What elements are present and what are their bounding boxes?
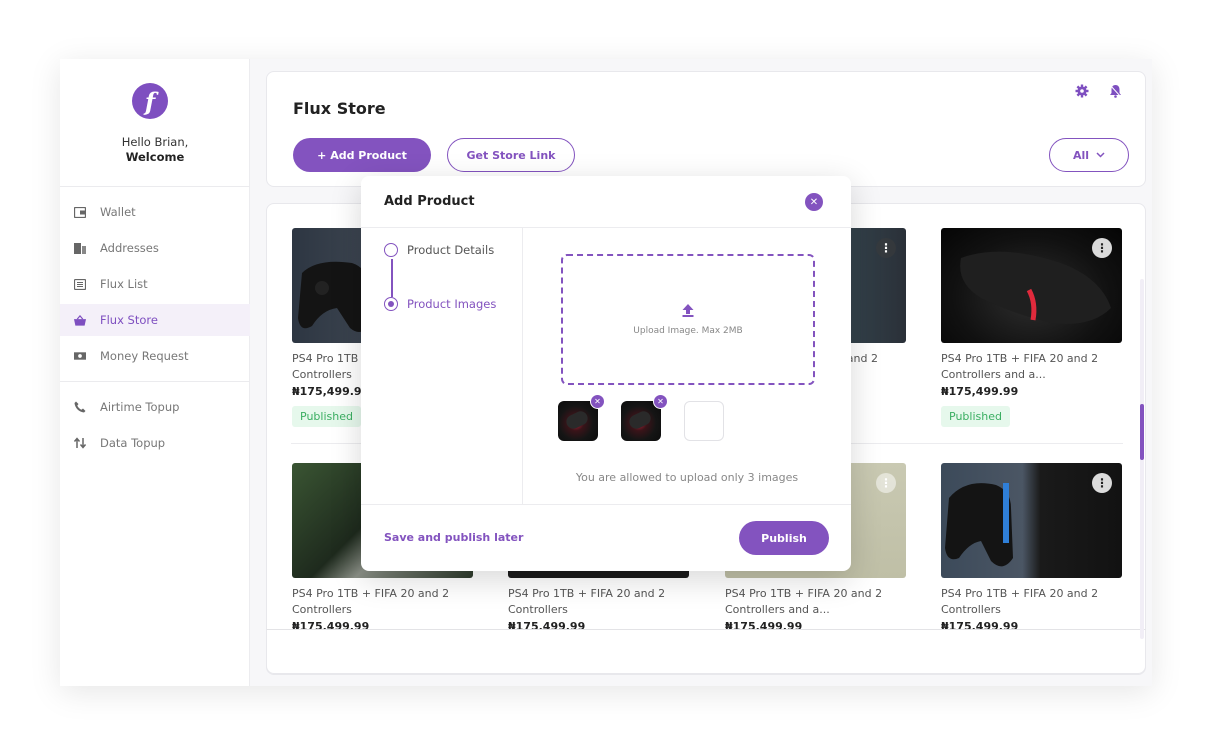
product-price: ₦175,499.99 bbox=[941, 385, 1019, 398]
stepper-line bbox=[391, 259, 393, 297]
empty-image-slot[interactable] bbox=[684, 401, 724, 441]
sidebar-item-flux-list[interactable]: Flux List bbox=[60, 268, 250, 300]
product-title: PS4 Pro 1TB + FIFA 20 and 2 bbox=[941, 587, 1099, 600]
welcome-text: Welcome bbox=[125, 150, 185, 164]
sidebar-item-addresses[interactable]: Addresses bbox=[60, 232, 250, 264]
more-options-icon[interactable]: ⋮ bbox=[876, 473, 896, 493]
product-subtitle: Controllers bbox=[941, 603, 1001, 616]
upload-icon bbox=[682, 303, 694, 320]
image-upload-dropzone[interactable]: Upload Image. Max 2MB bbox=[561, 254, 815, 385]
more-options-icon[interactable]: ⋮ bbox=[1092, 473, 1112, 493]
product-title: PS4 Pro 1TB + FIFA 20 and 2 bbox=[941, 352, 1099, 365]
sidebar-item-label: Addresses bbox=[100, 241, 159, 255]
product-subtitle: Controllers bbox=[292, 603, 352, 616]
store-header: Flux Store + Add Product Get Store Link … bbox=[266, 71, 1146, 187]
wallet-icon bbox=[74, 206, 86, 218]
phone-icon bbox=[74, 401, 86, 413]
filter-label: All bbox=[1072, 148, 1090, 162]
filter-dropdown[interactable]: All bbox=[1049, 138, 1129, 172]
uploaded-thumbnail[interactable]: ✕ bbox=[621, 394, 668, 441]
sidebar-item-label: Flux Store bbox=[100, 313, 158, 327]
product-subtitle: Controllers and a... bbox=[941, 368, 1046, 381]
step-product-images[interactable]: Product Images bbox=[384, 297, 496, 311]
close-icon[interactable]: ✕ bbox=[805, 193, 823, 211]
product-card[interactable]: ⋮ PS4 Pro 1TB + FIFA 20 and 2 Controller… bbox=[941, 463, 1122, 633]
product-title: PS4 Pro 1TB + FIFA 20 and 2 bbox=[508, 587, 666, 600]
flux-logo[interactable]: f bbox=[132, 83, 168, 119]
step-label: Product Details bbox=[407, 243, 495, 257]
more-options-icon[interactable]: ⋮ bbox=[1092, 238, 1112, 258]
addresses-icon bbox=[74, 242, 86, 254]
publish-button[interactable]: Publish bbox=[739, 521, 829, 555]
gear-icon[interactable] bbox=[1075, 84, 1089, 102]
data-arrows-icon bbox=[74, 437, 86, 449]
more-options-icon[interactable]: ⋮ bbox=[876, 238, 896, 258]
sidebar-divider bbox=[60, 381, 250, 382]
sidebar-item-label: Wallet bbox=[100, 205, 136, 219]
upload-limit-text: You are allowed to upload only 3 images bbox=[575, 471, 799, 484]
product-title: PS4 Pro 1TB + FIFA 20 and 2 bbox=[292, 587, 450, 600]
upload-hint: Upload Image. Max 2MB bbox=[633, 325, 743, 336]
modal-title: Add Product bbox=[384, 194, 475, 209]
greeting-text: Hello Brian, bbox=[121, 135, 189, 149]
sidebar-item-money-request[interactable]: Money Request bbox=[60, 340, 250, 372]
sidebar-item-airtime-topup[interactable]: Airtime Topup bbox=[60, 391, 250, 423]
footer-bar bbox=[266, 629, 1146, 674]
sidebar-item-flux-store[interactable]: Flux Store bbox=[60, 304, 250, 336]
page-title: Flux Store bbox=[293, 99, 386, 118]
sidebar-item-label: Data Topup bbox=[100, 436, 166, 450]
sidebar-item-label: Airtime Topup bbox=[100, 400, 180, 414]
product-subtitle: Controllers and a... bbox=[725, 603, 830, 616]
add-product-modal: Add Product ✕ Product Details Product Im… bbox=[361, 176, 851, 571]
remove-image-icon[interactable]: ✕ bbox=[653, 394, 668, 409]
modal-divider bbox=[522, 228, 523, 504]
scrollbar-thumb[interactable] bbox=[1140, 404, 1144, 460]
status-badge: Published bbox=[941, 406, 1010, 427]
step-label: Product Images bbox=[407, 297, 497, 311]
money-icon bbox=[74, 350, 86, 362]
status-badge: Published bbox=[292, 406, 361, 427]
sidebar-item-label: Money Request bbox=[100, 349, 189, 363]
product-image[interactable]: ⋮ bbox=[941, 228, 1122, 343]
add-product-button[interactable]: + Add Product bbox=[293, 138, 431, 172]
product-title: PS4 Pro 1TB + FIFA 20 and 2 bbox=[725, 587, 883, 600]
modal-divider bbox=[361, 227, 851, 228]
sidebar-item-label: Flux List bbox=[100, 277, 148, 291]
sidebar-item-wallet[interactable]: Wallet bbox=[60, 196, 250, 228]
sidebar-item-data-topup[interactable]: Data Topup bbox=[60, 427, 250, 459]
get-store-link-button[interactable]: Get Store Link bbox=[447, 138, 575, 172]
chevron-down-icon bbox=[1096, 152, 1105, 158]
product-image[interactable]: ⋮ bbox=[941, 463, 1122, 578]
sidebar: f Hello Brian, Welcome Wallet Addresses … bbox=[60, 59, 250, 686]
sidebar-divider bbox=[60, 186, 250, 187]
product-subtitle: Controllers bbox=[508, 603, 568, 616]
save-publish-later-link[interactable]: Save and publish later bbox=[384, 531, 523, 544]
basket-icon bbox=[74, 314, 86, 326]
step-circle-icon bbox=[384, 243, 398, 257]
remove-image-icon[interactable]: ✕ bbox=[590, 394, 605, 409]
step-product-details[interactable]: Product Details bbox=[384, 243, 494, 257]
list-icon bbox=[74, 278, 86, 290]
product-card[interactable]: ⋮ PS4 Pro 1TB + FIFA 20 and 2 Controller… bbox=[941, 228, 1122, 427]
bell-icon[interactable] bbox=[1109, 84, 1122, 102]
modal-divider bbox=[361, 504, 851, 505]
step-circle-icon bbox=[384, 297, 398, 311]
uploaded-thumbnail[interactable]: ✕ bbox=[558, 394, 605, 441]
